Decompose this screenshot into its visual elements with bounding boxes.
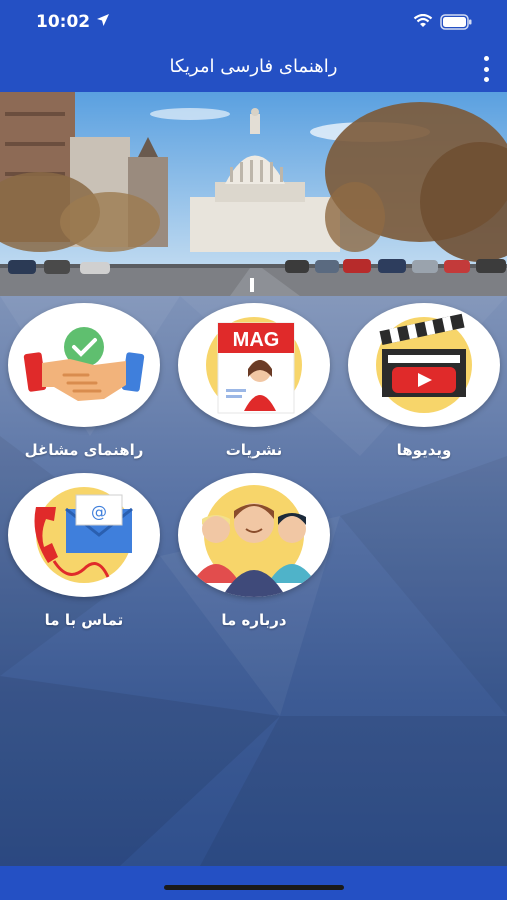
svg-text:MAG: MAG (233, 329, 280, 351)
banner-image (0, 92, 507, 296)
menu-tile-about-us[interactable]: درباره ما (176, 473, 332, 629)
status-bar: 10:02 (0, 0, 507, 46)
capitol-building-photo (0, 92, 507, 296)
svg-text:@: @ (91, 502, 107, 521)
menu-tile-label: نشریات (225, 441, 283, 459)
menu-tile-contact-us[interactable]: @ تماس با ما (6, 473, 162, 629)
menu-tile-publications[interactable]: MAG نشریات (176, 303, 332, 459)
battery-icon (440, 14, 472, 30)
menu-tile-label: درباره ما (221, 611, 287, 629)
more-vertical-icon[interactable] (479, 56, 493, 82)
location-arrow-icon (97, 14, 109, 26)
status-time: 10:02 (36, 12, 91, 32)
contact-phone-email-icon: @ (8, 473, 160, 597)
handshake-icon (8, 303, 160, 427)
app-title: راهنمای فارسی امریکا (169, 56, 338, 77)
menu-tile-label: ویدیوها (396, 441, 452, 459)
menu-tile-label: راهنمای مشاغل (24, 441, 144, 459)
menu-tile-videos[interactable]: ویدیوها (346, 303, 502, 459)
bottom-bar (0, 866, 507, 900)
menu-tile-business-directory[interactable]: راهنمای مشاغل (6, 303, 162, 459)
home-indicator[interactable] (164, 885, 344, 890)
menu-tile-label: تماس با ما (44, 611, 124, 629)
app-bar: راهنمای فارسی امریکا (0, 46, 507, 92)
wifi-icon (413, 14, 433, 27)
video-clapperboard-icon (348, 303, 500, 427)
magazine-icon: MAG (178, 303, 330, 427)
people-group-icon (178, 473, 330, 597)
